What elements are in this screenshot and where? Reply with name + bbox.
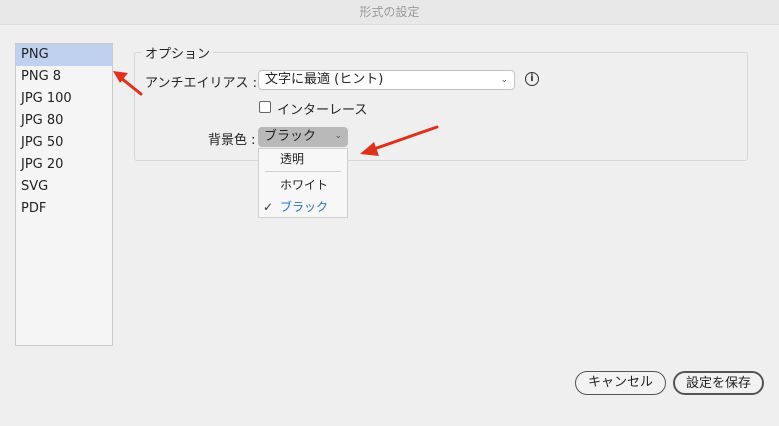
format-item-jpg20[interactable]: JPG 20 xyxy=(16,154,112,176)
format-item-jpg100[interactable]: JPG 100 xyxy=(16,88,112,110)
menu-item-transparent[interactable]: 透明 xyxy=(259,149,368,169)
interlace-checkbox[interactable] xyxy=(259,101,271,113)
format-item-svg[interactable]: SVG xyxy=(16,176,112,198)
antialias-value: 文字に最適 (ヒント) xyxy=(265,72,384,87)
info-icon[interactable]: i xyxy=(525,72,539,86)
menu-item-white[interactable]: ホワイト xyxy=(259,175,368,195)
format-item-jpg50[interactable]: JPG 50 xyxy=(16,132,112,154)
antialias-select[interactable]: 文字に最適 (ヒント) ⌄ xyxy=(258,70,515,90)
options-group-title: オプション xyxy=(142,43,214,62)
chevron-down-icon: ⌄ xyxy=(500,75,508,85)
save-button[interactable]: 設定を保存 xyxy=(673,371,764,395)
cancel-button[interactable]: キャンセル xyxy=(575,371,666,395)
format-settings-dialog: 形式の設定 PNG PNG 8 JPG 100 JPG 80 JPG 50 JP… xyxy=(0,0,779,426)
format-item-pdf[interactable]: PDF xyxy=(16,198,112,220)
checkmark-icon: ✓ xyxy=(263,200,274,214)
menu-item-black-label: ブラック xyxy=(280,200,329,214)
menu-item-black[interactable]: ✓ ブラック xyxy=(259,197,368,217)
format-item-png8[interactable]: PNG 8 xyxy=(16,66,112,88)
antialias-label: アンチエイリアス : xyxy=(145,76,257,91)
menu-separator xyxy=(265,171,341,172)
interlace-label: インターレース xyxy=(277,103,368,118)
background-dropdown-menu: 透明 ホワイト ✓ ブラック xyxy=(258,148,348,218)
format-item-jpg80[interactable]: JPG 80 xyxy=(16,110,112,132)
format-list: PNG PNG 8 JPG 100 JPG 80 JPG 50 JPG 20 S… xyxy=(15,43,113,346)
format-item-png[interactable]: PNG xyxy=(16,44,112,66)
background-value: ブラック xyxy=(264,129,317,144)
background-label: 背景色 : xyxy=(208,133,256,148)
background-select[interactable]: ブラック ⌄ xyxy=(258,127,348,147)
chevron-down-icon: ⌄ xyxy=(334,131,342,141)
window-title: 形式の設定 xyxy=(0,0,779,25)
